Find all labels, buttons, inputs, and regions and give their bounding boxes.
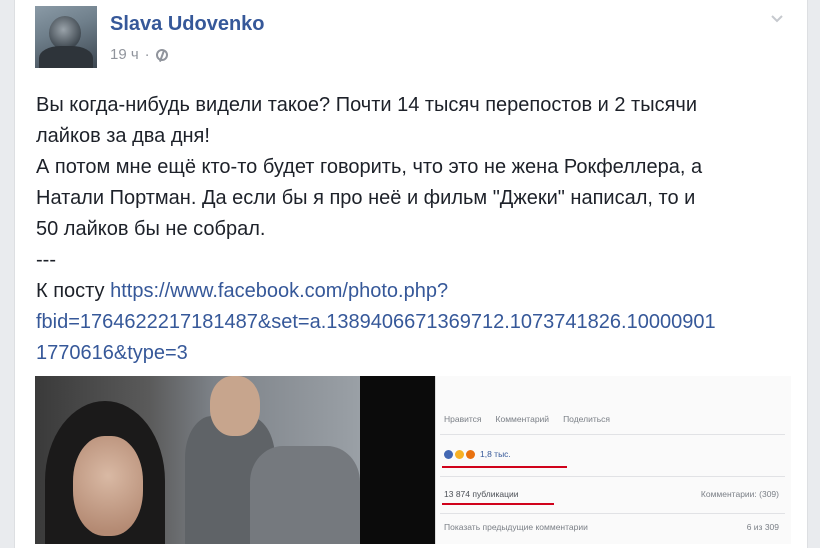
text-line: А потом мне ещё кто-то будет говорить, ч… bbox=[36, 156, 703, 178]
globe-icon[interactable] bbox=[155, 48, 168, 61]
post-text: Вы когда-нибудь видели такое? Почти 14 т… bbox=[36, 90, 796, 369]
meta-separator: · bbox=[144, 46, 150, 63]
text-line: Натали Портман. Да если бы я про неё и ф… bbox=[36, 187, 696, 209]
author-name[interactable]: Slava Udovenko bbox=[110, 13, 265, 36]
text-line: --- bbox=[36, 249, 56, 271]
wow-reaction-icon bbox=[455, 449, 464, 459]
post-card: Slava Udovenko 19 ч · Вы когда-нибудь ви… bbox=[14, 0, 808, 548]
attached-image[interactable]: Нравится Комментарий Поделиться 1,8 тыс.… bbox=[35, 376, 791, 544]
photo-people bbox=[35, 376, 360, 544]
comments-count: Комментарии: (309) bbox=[700, 489, 779, 499]
reactions-count: 1,8 тыс. bbox=[480, 449, 511, 459]
post-link-cont[interactable]: 1770616&type=3 bbox=[36, 338, 796, 369]
image-divider bbox=[360, 376, 435, 544]
shares-count: 13 874 публикации bbox=[444, 489, 519, 499]
text-line: 50 лайков бы не собрал. bbox=[36, 218, 266, 240]
like-label: Нравится bbox=[444, 414, 482, 424]
comments-page-count: 6 из 309 bbox=[746, 522, 779, 532]
text-line: лайков за два дня! bbox=[36, 125, 210, 147]
text-line: Вы когда-нибудь видели такое? Почти 14 т… bbox=[36, 94, 697, 116]
haha-reaction-icon bbox=[466, 449, 475, 459]
share-label: Поделиться bbox=[563, 414, 610, 424]
author-avatar[interactable] bbox=[35, 6, 97, 68]
screenshot-actions: Нравится Комментарий Поделиться bbox=[444, 414, 610, 424]
red-underline bbox=[442, 466, 567, 468]
chevron-down-icon[interactable] bbox=[770, 12, 784, 26]
reactions-row: 1,8 тыс. bbox=[444, 449, 511, 459]
comment-label: Комментарий bbox=[495, 414, 550, 424]
link-prefix: К посту bbox=[36, 280, 111, 302]
prev-comments-link: Показать предыдущие комментарии bbox=[444, 522, 588, 532]
link-line: К посту https://www.facebook.com/photo.p… bbox=[36, 276, 796, 307]
post-link[interactable]: https://www.facebook.com/photo.php? bbox=[110, 280, 448, 302]
post-meta: 19 ч · bbox=[110, 46, 168, 63]
post-time[interactable]: 19 ч bbox=[110, 46, 139, 63]
red-underline bbox=[442, 503, 554, 505]
shared-screenshot: Нравится Комментарий Поделиться 1,8 тыс.… bbox=[435, 376, 791, 544]
post-link-cont[interactable]: fbid=1764622217181487&set=a.138940667136… bbox=[36, 307, 796, 338]
like-reaction-icon bbox=[444, 449, 453, 459]
